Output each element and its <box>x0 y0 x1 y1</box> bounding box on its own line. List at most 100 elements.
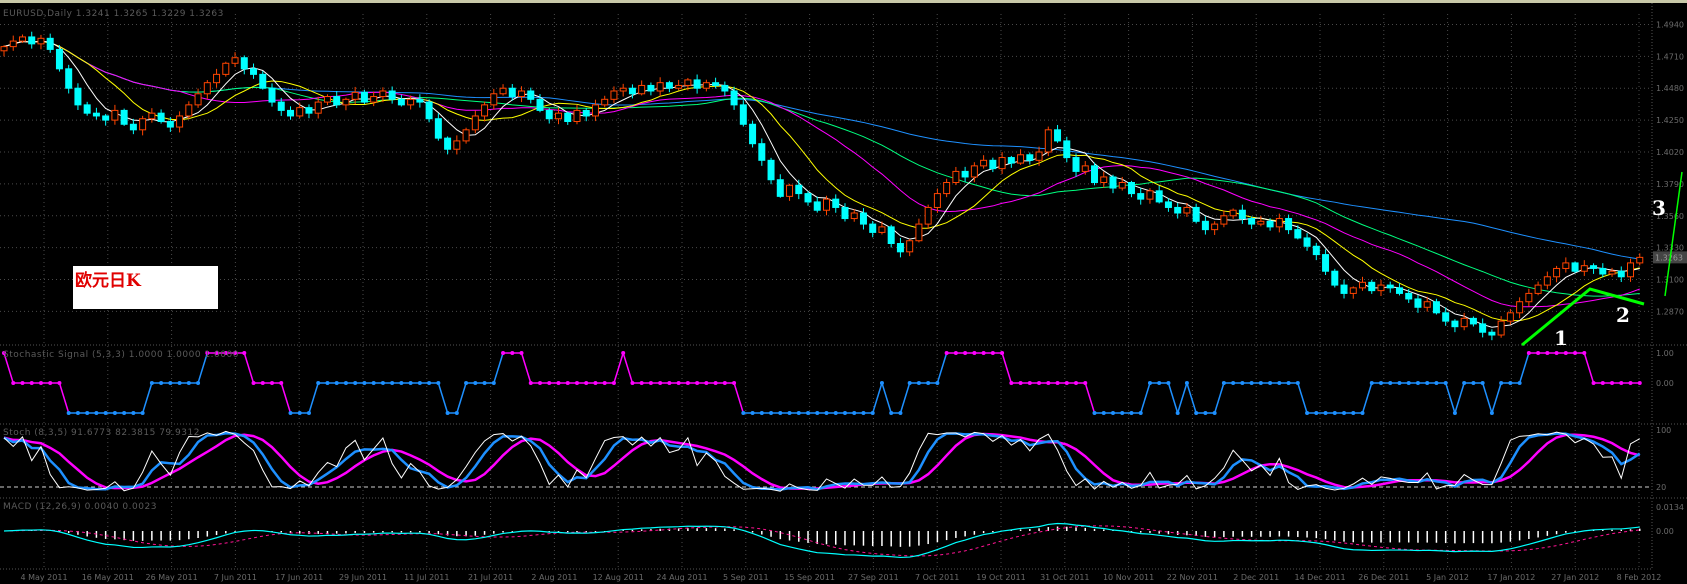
candle-body <box>1331 270 1339 286</box>
candle-body <box>323 96 331 103</box>
signal-point <box>556 381 561 385</box>
candle-body <box>961 170 969 178</box>
signal-point <box>1563 351 1568 355</box>
candle-body <box>859 212 867 225</box>
date-tick-label: 2 Dec 2011 <box>1233 573 1279 582</box>
signal-point <box>1600 381 1605 385</box>
signal-point <box>1443 381 1448 385</box>
candle-body <box>1017 154 1025 164</box>
candle <box>471 110 479 134</box>
candle-body <box>1192 206 1200 222</box>
candle <box>601 95 609 108</box>
candle-body <box>9 40 17 48</box>
signal-point <box>621 351 626 355</box>
signal-point <box>510 351 515 355</box>
candle <box>693 74 701 94</box>
candle-body <box>647 84 655 92</box>
signal-point <box>1018 381 1023 385</box>
candle-body <box>1488 331 1496 336</box>
candle-body <box>795 184 803 195</box>
candle-body <box>1155 190 1163 203</box>
candle <box>1368 279 1376 294</box>
signal-point <box>1452 411 1457 415</box>
candle-body <box>1081 165 1089 172</box>
candle <box>619 83 627 97</box>
candle-body <box>980 159 988 167</box>
candle <box>185 101 193 120</box>
signal-point <box>519 351 524 355</box>
candle <box>924 204 932 229</box>
signal-segment <box>1444 382 1456 414</box>
signal-point <box>713 381 718 385</box>
signal-point <box>916 381 921 385</box>
candle <box>878 221 886 235</box>
signal-point <box>695 381 700 385</box>
candle-body <box>1543 276 1551 286</box>
candle-body <box>712 82 720 86</box>
candle-body <box>28 36 36 45</box>
signal-point <box>445 411 450 415</box>
signal-point <box>806 411 811 415</box>
signal-point <box>29 381 34 385</box>
candle-body <box>1432 301 1440 314</box>
macd-tick-label: 0.0134 <box>1656 503 1684 512</box>
candle-body <box>1442 312 1450 322</box>
date-tick-label: 21 Jul 2011 <box>468 573 513 582</box>
candle-body <box>1054 129 1062 142</box>
signal-point <box>898 411 903 415</box>
candle <box>721 81 729 97</box>
date-tick-label: 27 Sep 2011 <box>848 573 899 582</box>
moving-average-30 <box>3 40 1640 297</box>
signal-point <box>953 351 958 355</box>
candle <box>1285 214 1293 235</box>
signal-segment <box>520 352 532 384</box>
candle <box>388 86 396 104</box>
candle <box>1525 288 1533 307</box>
candle <box>1155 185 1163 204</box>
signal-segment <box>1186 382 1197 414</box>
date-tick-label: 16 May 2011 <box>82 573 134 582</box>
candle <box>268 83 276 107</box>
candle-body <box>1359 281 1367 289</box>
candle-body <box>878 226 886 233</box>
candle-body <box>952 170 960 183</box>
candle <box>102 113 110 126</box>
candle <box>564 111 572 125</box>
signal-segment <box>1518 352 1530 384</box>
candle <box>129 118 137 135</box>
price-tick-label: 1.2870 <box>1656 307 1684 316</box>
candle-body <box>1285 218 1293 231</box>
signal-point <box>852 411 857 415</box>
chart-note-label: 欧元日K <box>73 266 218 309</box>
signal-point <box>1295 381 1300 385</box>
macd-line <box>3 522 1640 559</box>
candle <box>1109 174 1117 194</box>
signal-point <box>1064 381 1069 385</box>
price-chart[interactable]: 4 May 2011 16 May 2011 26 May 2011 7 Jun 20… <box>0 0 1687 584</box>
signal-point <box>547 381 552 385</box>
signal-point <box>963 351 968 355</box>
candle <box>1275 213 1283 233</box>
signal-point <box>279 381 284 385</box>
signal-point <box>316 381 321 385</box>
candle <box>1469 316 1477 327</box>
moving-average-10 <box>3 40 1640 322</box>
signal-segment <box>493 352 504 384</box>
candle <box>1479 318 1487 338</box>
candle <box>148 108 156 123</box>
signal-segment <box>456 382 467 414</box>
candle <box>499 84 507 96</box>
signal-point <box>75 411 80 415</box>
candle <box>656 77 664 97</box>
signal-point <box>196 381 201 385</box>
signal-point <box>907 381 912 385</box>
candle <box>139 115 147 136</box>
candle <box>1238 204 1246 224</box>
signal-point <box>390 381 395 385</box>
signal-point <box>1147 381 1152 385</box>
signal-point <box>140 411 145 415</box>
signal-point <box>722 381 727 385</box>
candle-body <box>46 37 54 50</box>
candle <box>518 86 526 103</box>
candle <box>813 196 821 213</box>
